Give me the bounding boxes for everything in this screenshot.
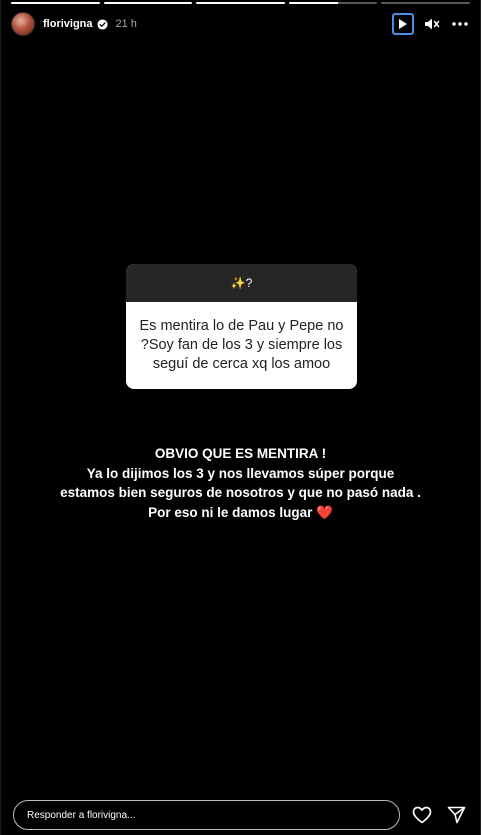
progress-segment-fill xyxy=(288,2,338,4)
story-timestamp: 21 h xyxy=(115,18,137,30)
progress-segment-fill xyxy=(196,2,285,4)
progress-segment-fill xyxy=(103,2,193,4)
like-button[interactable] xyxy=(410,803,434,827)
progress-segment xyxy=(11,2,100,4)
reply-placeholder: Responder a florivigna... xyxy=(27,809,136,821)
more-options-button[interactable] xyxy=(450,14,470,34)
play-button[interactable] xyxy=(392,13,414,35)
progress-segment-fill xyxy=(11,2,100,4)
heart-icon xyxy=(412,806,432,824)
story-header: florivigna 21 h xyxy=(11,10,470,38)
header-actions xyxy=(392,13,470,35)
play-icon xyxy=(399,19,407,29)
progress-segment xyxy=(103,2,193,4)
mute-icon xyxy=(425,18,440,30)
username[interactable]: florivigna xyxy=(43,18,93,30)
answer-line: Por eso ni le damos lugar xyxy=(148,504,313,520)
avatar[interactable] xyxy=(11,12,35,36)
answer-line: estamos bien seguros de nosotros y que n… xyxy=(60,485,421,500)
story-footer: Responder a florivigna... xyxy=(13,800,468,830)
more-icon xyxy=(452,22,468,26)
story-viewer: florivigna 21 h ✨? Es mentira lo de Pau … xyxy=(0,0,481,835)
answer-line: Ya lo dijimos los 3 y nos llevamos súper… xyxy=(86,465,395,481)
question-text: Es mentira lo de Pau y Pepe no ?Soy fan … xyxy=(139,318,344,372)
verified-badge-icon xyxy=(96,18,108,30)
mute-button[interactable] xyxy=(422,14,442,34)
question-sticker: ✨? Es mentira lo de Pau y Pepe no ?Soy f… xyxy=(126,264,357,389)
answer-line-last: Por eso ni le damos lugar ❤️ xyxy=(21,503,460,523)
reply-input[interactable]: Responder a florivigna... xyxy=(13,800,400,830)
answer-line: OBVIO QUE ES MENTIRA ! xyxy=(154,446,327,461)
progress-segment xyxy=(288,2,378,4)
send-icon xyxy=(447,806,465,824)
heart-emoji: ❤️ xyxy=(316,504,333,520)
progress-segment xyxy=(196,2,285,4)
progress-segment xyxy=(381,2,470,4)
story-answer-text: OBVIO QUE ES MENTIRA ! Ya lo dijimos los… xyxy=(21,444,460,522)
share-button[interactable] xyxy=(444,803,468,827)
story-progress-bar xyxy=(11,2,470,4)
question-sticker-header: ✨? xyxy=(126,264,357,302)
